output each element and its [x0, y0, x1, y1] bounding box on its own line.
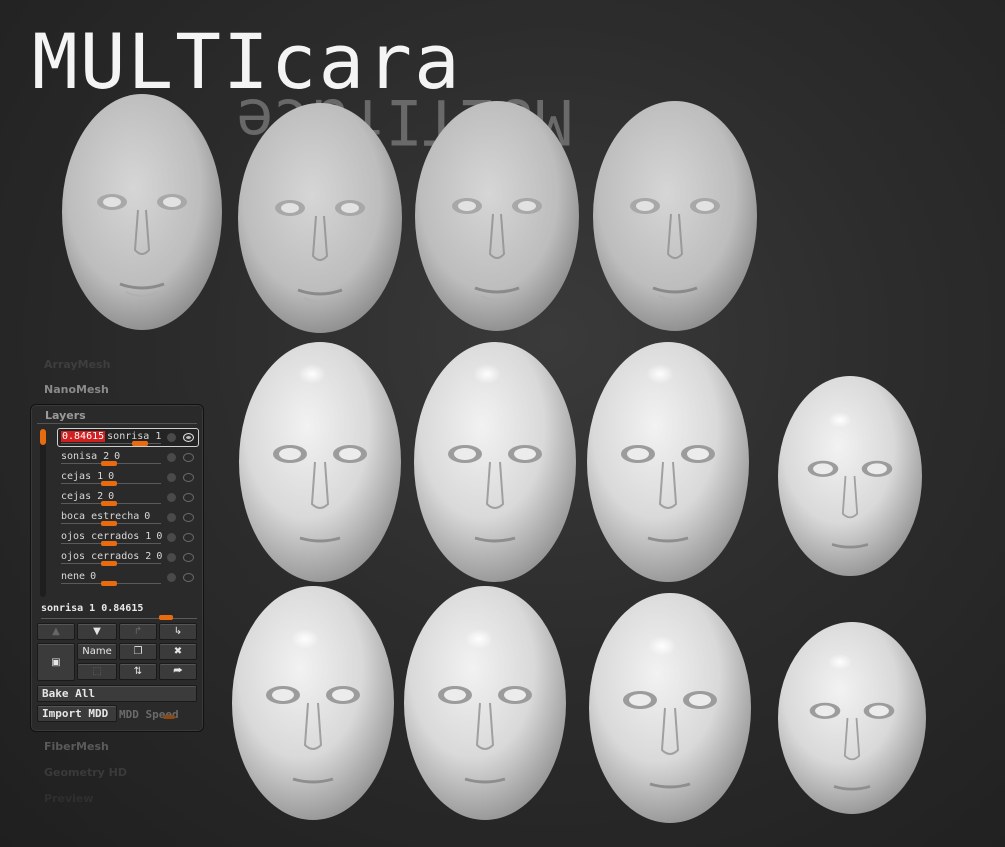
- layers-scrollbar[interactable]: [40, 429, 46, 597]
- duplicate-button[interactable]: ❐: [119, 643, 157, 660]
- extract-button[interactable]: ⮫: [159, 663, 197, 680]
- eye-icon[interactable]: [183, 553, 194, 562]
- eye-icon[interactable]: [183, 473, 194, 482]
- split-button[interactable]: ⇅: [119, 663, 157, 680]
- divider: [37, 423, 197, 424]
- current-layer-readout: sonrisa 1 0.84615: [41, 603, 143, 614]
- current-layer-name: sonrisa 1: [41, 603, 96, 614]
- layer-value: 0.84615: [61, 431, 106, 442]
- bake-all-button[interactable]: Bake All: [37, 685, 197, 702]
- layer-row[interactable]: nene 0: [57, 569, 197, 587]
- layer-slider-knob[interactable]: [101, 561, 117, 566]
- merge-down-button[interactable]: ⬚: [77, 663, 117, 680]
- face-render: [414, 342, 576, 582]
- layer-name: boca estrecha: [61, 511, 140, 522]
- current-layer-slider-knob[interactable]: [159, 615, 173, 620]
- move-down-button[interactable]: ▼: [77, 623, 117, 640]
- face-render: [593, 101, 757, 331]
- layer-name: nene: [61, 571, 86, 582]
- record-dot-icon[interactable]: [167, 493, 176, 502]
- layer-row[interactable]: sonisa 20: [57, 449, 197, 467]
- split-icon: ⇅: [133, 666, 143, 677]
- new-layer-button[interactable]: ▣: [37, 643, 75, 681]
- layer-slider-knob[interactable]: [101, 501, 117, 506]
- layer-row[interactable]: cejas 20: [57, 489, 197, 507]
- new-layer-icon: ▣: [51, 656, 61, 668]
- face-render: [589, 593, 751, 823]
- arrow-up-icon: ▲: [52, 626, 60, 637]
- eye-icon[interactable]: [183, 453, 194, 462]
- face-render: [415, 101, 579, 331]
- layer-name: cejas 1: [61, 471, 104, 482]
- mdd-speed-knob[interactable]: [163, 715, 175, 719]
- delete-button[interactable]: ✖: [159, 643, 197, 660]
- layer-row[interactable]: cejas 10: [57, 469, 197, 487]
- layer-value: 0: [156, 531, 163, 542]
- layer-row[interactable]: boca estrecha 0: [57, 509, 197, 527]
- layers-panel: Layers 0.84615 sonrisa 1 sonisa 20 cejas …: [30, 404, 204, 732]
- insert-button[interactable]: ↳: [159, 623, 197, 640]
- face-render: [238, 103, 402, 333]
- delete-icon: ✖: [173, 646, 183, 657]
- face-render-baby: [778, 376, 922, 576]
- eye-icon[interactable]: [183, 513, 194, 522]
- extract-icon: ⮫: [173, 666, 183, 677]
- layer-slider-knob[interactable]: [101, 521, 117, 526]
- record-dot-icon[interactable]: [167, 453, 176, 462]
- merge-icon: ⬚: [92, 666, 102, 677]
- record-dot-icon[interactable]: [167, 433, 176, 442]
- layer-slider-knob[interactable]: [101, 481, 117, 486]
- return-arrow-icon: ↳: [173, 626, 183, 637]
- mdd-speed-slider[interactable]: MDD Speed: [119, 708, 197, 722]
- redirect-icon: ↱: [133, 626, 143, 637]
- redirect-button[interactable]: ↱: [119, 623, 157, 640]
- layer-row[interactable]: ojos cerrados 20: [57, 549, 197, 567]
- face-render: [404, 586, 566, 820]
- eye-icon[interactable]: [183, 573, 194, 582]
- current-layer-slider[interactable]: [41, 618, 197, 619]
- eye-icon[interactable]: [183, 433, 194, 442]
- current-layer-value: 0.84615: [101, 603, 144, 614]
- import-mdd-button[interactable]: Import MDD: [37, 705, 117, 722]
- face-render: [587, 342, 749, 582]
- record-dot-icon[interactable]: [167, 473, 176, 482]
- layers-panel-title[interactable]: Layers: [45, 409, 86, 422]
- duplicate-icon: ❐: [133, 646, 143, 657]
- arrow-down-icon: ▼: [93, 626, 101, 637]
- layers-scroll-thumb[interactable]: [40, 429, 46, 445]
- record-dot-icon[interactable]: [167, 553, 176, 562]
- record-dot-icon[interactable]: [167, 513, 176, 522]
- record-dot-icon[interactable]: [167, 533, 176, 542]
- layer-value: 0: [144, 511, 151, 522]
- layer-slider-knob[interactable]: [132, 441, 149, 446]
- layer-row-selected[interactable]: 0.84615 sonrisa 1: [57, 428, 199, 447]
- eye-icon[interactable]: [183, 493, 194, 502]
- face-render: [62, 94, 222, 330]
- eye-icon[interactable]: [183, 533, 194, 542]
- layer-row[interactable]: ojos cerrados 10: [57, 529, 197, 547]
- record-dot-icon[interactable]: [167, 573, 176, 582]
- layer-value: 0: [90, 571, 97, 582]
- layer-name: cejas 2: [61, 491, 104, 502]
- layer-slider-knob[interactable]: [101, 581, 117, 586]
- layer-slider-knob[interactable]: [101, 461, 117, 466]
- face-render: [232, 586, 394, 820]
- layer-slider-knob[interactable]: [101, 541, 117, 546]
- face-render-baby: [778, 622, 926, 814]
- layer-value: 0: [156, 551, 163, 562]
- face-render: [239, 342, 401, 582]
- move-up-button[interactable]: ▲: [37, 623, 75, 640]
- name-button[interactable]: Name: [77, 643, 117, 660]
